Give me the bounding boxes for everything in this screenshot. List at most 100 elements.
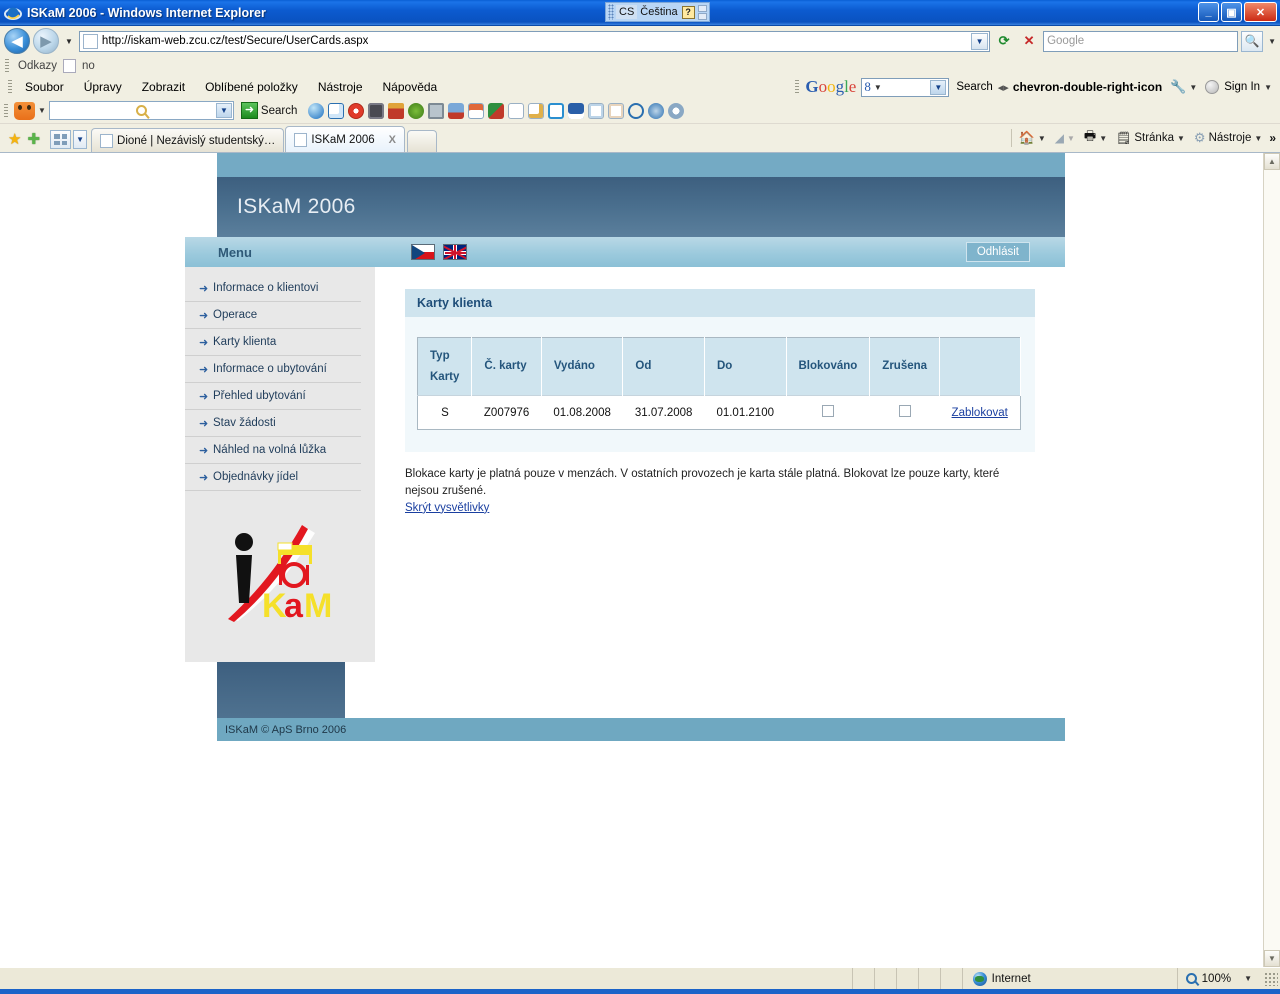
tools-menu-button[interactable]: ⚙ Nástroje ▼ bbox=[1192, 130, 1264, 146]
download-icon[interactable] bbox=[448, 102, 465, 119]
flag-cz-icon[interactable] bbox=[411, 244, 435, 260]
camera-icon[interactable] bbox=[368, 102, 385, 119]
tools-menu-caret-icon[interactable]: ▼ bbox=[1254, 134, 1262, 143]
tab-list-caret-icon[interactable]: ▼ bbox=[73, 130, 88, 149]
play-icon[interactable] bbox=[548, 102, 565, 119]
language-bar[interactable]: CS Čeština ? bbox=[605, 2, 710, 22]
list-icon[interactable] bbox=[468, 102, 485, 119]
menu-bar-grip[interactable] bbox=[8, 80, 12, 94]
zoom-out-icon[interactable] bbox=[608, 102, 625, 119]
quick-tabs-button[interactable] bbox=[50, 130, 72, 149]
language-bar-grip[interactable] bbox=[608, 4, 614, 20]
toolbar-search-caret-icon[interactable]: ▼ bbox=[215, 103, 232, 118]
sign-in-caret-icon[interactable]: ▼ bbox=[1264, 83, 1272, 92]
google-overflow-icon[interactable]: chevron-double-right-icon bbox=[1013, 80, 1162, 94]
logout-button[interactable]: Odhlásit bbox=[965, 242, 1030, 262]
google-search-button[interactable]: Search bbox=[956, 81, 992, 93]
windows-icon[interactable] bbox=[328, 102, 345, 119]
sidebar-item-objednavky-jidel[interactable]: ➜ Objednávky jídel bbox=[185, 464, 361, 491]
menu-napoveda[interactable]: Nápověda bbox=[373, 78, 448, 96]
menu-nastroje[interactable]: Nástroje bbox=[308, 78, 373, 96]
zoom-control[interactable]: 100% ▼ bbox=[1176, 967, 1260, 990]
new-tab-button[interactable] bbox=[406, 130, 437, 152]
page-search-icon[interactable] bbox=[528, 102, 545, 119]
tab-close-icon[interactable]: X bbox=[389, 134, 396, 146]
clock-icon[interactable] bbox=[428, 102, 445, 119]
third-party-toolbar-grip[interactable] bbox=[4, 103, 8, 118]
feeds-button[interactable]: ◢ ▼ bbox=[1053, 131, 1077, 145]
page-menu-caret-icon[interactable]: ▼ bbox=[1177, 134, 1185, 143]
menu-oblibene-polozky[interactable]: Oblíbené položky bbox=[195, 78, 308, 96]
wrench-caret-icon[interactable]: ▼ bbox=[1189, 83, 1197, 92]
toolbar-search-button[interactable]: ➜ Search bbox=[237, 102, 301, 119]
flag-icon[interactable] bbox=[488, 102, 505, 119]
feeds-caret-icon[interactable]: ▼ bbox=[1067, 134, 1075, 143]
print-button[interactable]: 🖶 ▼ bbox=[1082, 127, 1109, 149]
sidebar-item-karty-klienta[interactable]: ➜ Karty klienta bbox=[185, 329, 361, 356]
address-input[interactable]: http://iskam-web.zcu.cz/test/Secure/User… bbox=[78, 30, 991, 52]
zoom-in-icon[interactable] bbox=[588, 102, 605, 119]
recent-pages-dropdown[interactable]: ▼ bbox=[62, 37, 76, 46]
gear-icon[interactable] bbox=[668, 102, 685, 119]
google-version-select[interactable]: 8 ▼ ▼ bbox=[861, 77, 950, 97]
google-sign-in-button[interactable]: Sign In bbox=[1224, 81, 1260, 93]
links-bar-item[interactable]: no bbox=[82, 60, 95, 72]
stop-icon[interactable]: ✕ bbox=[1018, 30, 1040, 52]
home-caret-icon[interactable]: ▼ bbox=[1038, 134, 1046, 143]
address-dropdown-icon[interactable]: ▼ bbox=[971, 32, 989, 50]
toolbar-mascot-icon[interactable] bbox=[14, 101, 35, 120]
sidebar-item-informace-o-ubytovani[interactable]: ➜ Informace o ubytování bbox=[185, 356, 361, 383]
tab-dione[interactable]: Dioné | Nezávislý studentský… bbox=[91, 128, 285, 152]
wrench-icon[interactable]: 🔧 bbox=[1170, 79, 1186, 95]
maximize-button[interactable]: ▣ bbox=[1221, 2, 1242, 22]
forward-button[interactable]: ▶ bbox=[33, 28, 59, 54]
back-button[interactable]: ◀ bbox=[4, 28, 30, 54]
google-dropdown-icon[interactable]: ▼ bbox=[930, 79, 947, 95]
close-button[interactable]: ✕ bbox=[1244, 2, 1277, 22]
sidebar-item-informace-o-klientovi[interactable]: ➜ Informace o klientovi bbox=[185, 275, 361, 302]
search-options-caret[interactable]: ▼ bbox=[1266, 37, 1276, 46]
menu-upravy[interactable]: Úpravy bbox=[74, 78, 132, 96]
scrollbar-track[interactable] bbox=[1264, 170, 1280, 950]
hide-notes-link[interactable]: Skrýt vysvětlivky bbox=[405, 502, 489, 514]
recycle-icon[interactable] bbox=[408, 102, 425, 119]
sidebar-item-operace[interactable]: ➜ Operace bbox=[185, 302, 361, 329]
sidebar-item-prehled-ubytovani[interactable]: ➜ Přehled ubytování bbox=[185, 383, 361, 410]
save-icon[interactable] bbox=[568, 102, 585, 119]
home-button[interactable]: 🏠 ▼ bbox=[1017, 130, 1048, 146]
add-favorite-icon[interactable]: ✚ bbox=[27, 130, 40, 148]
sidebar-item-nahled-na-volna-luzka[interactable]: ➜ Náhled na volná lůžka bbox=[185, 437, 361, 464]
favorites-star-icon[interactable]: ★ bbox=[8, 130, 21, 148]
resize-grip[interactable] bbox=[1264, 971, 1278, 986]
google-toolbar-splitter[interactable]: ◂▸ bbox=[998, 81, 1009, 94]
page-icon[interactable] bbox=[508, 102, 525, 119]
search-icon[interactable]: 🔍 bbox=[1241, 30, 1264, 52]
print-caret-icon[interactable]: ▼ bbox=[1099, 134, 1107, 143]
language-bar-spinner[interactable] bbox=[697, 4, 707, 20]
flag-uk-icon[interactable] bbox=[443, 244, 467, 260]
zoom-caret-icon[interactable]: ▼ bbox=[1244, 974, 1252, 983]
refresh-icon[interactable]: ⟳ bbox=[993, 30, 1015, 52]
scroll-up-button[interactable]: ▲ bbox=[1264, 153, 1280, 170]
blokovano-checkbox[interactable] bbox=[821, 405, 834, 418]
menu-zobrazit[interactable]: Zobrazit bbox=[132, 78, 195, 96]
help-icon[interactable] bbox=[648, 102, 665, 119]
vertical-scrollbar[interactable]: ▲ ▼ bbox=[1263, 153, 1280, 967]
lifebuoy-icon[interactable] bbox=[348, 102, 365, 119]
jar-icon[interactable] bbox=[388, 102, 405, 119]
zrusena-checkbox[interactable] bbox=[898, 405, 911, 418]
language-code[interactable]: CS bbox=[616, 5, 638, 19]
scroll-down-button[interactable]: ▼ bbox=[1264, 950, 1280, 967]
security-zone[interactable]: Internet bbox=[961, 967, 1177, 990]
magnifier-tool-icon[interactable] bbox=[628, 102, 645, 119]
toolbar-mascot-caret-icon[interactable]: ▼ bbox=[38, 106, 46, 115]
command-bar-overflow-icon[interactable]: » bbox=[1269, 131, 1276, 145]
toolbar-search-input[interactable]: ▼ bbox=[48, 101, 234, 120]
search-input[interactable]: Google bbox=[1043, 30, 1239, 52]
menu-soubor[interactable]: Soubor bbox=[15, 78, 74, 96]
google-toolbar-grip[interactable] bbox=[795, 80, 800, 94]
minimize-button[interactable]: _ bbox=[1198, 2, 1219, 22]
language-name[interactable]: Čeština bbox=[640, 6, 677, 18]
sidebar-item-stav-zadosti[interactable]: ➜ Stav žádosti bbox=[185, 410, 361, 437]
globe-icon[interactable] bbox=[308, 102, 325, 119]
